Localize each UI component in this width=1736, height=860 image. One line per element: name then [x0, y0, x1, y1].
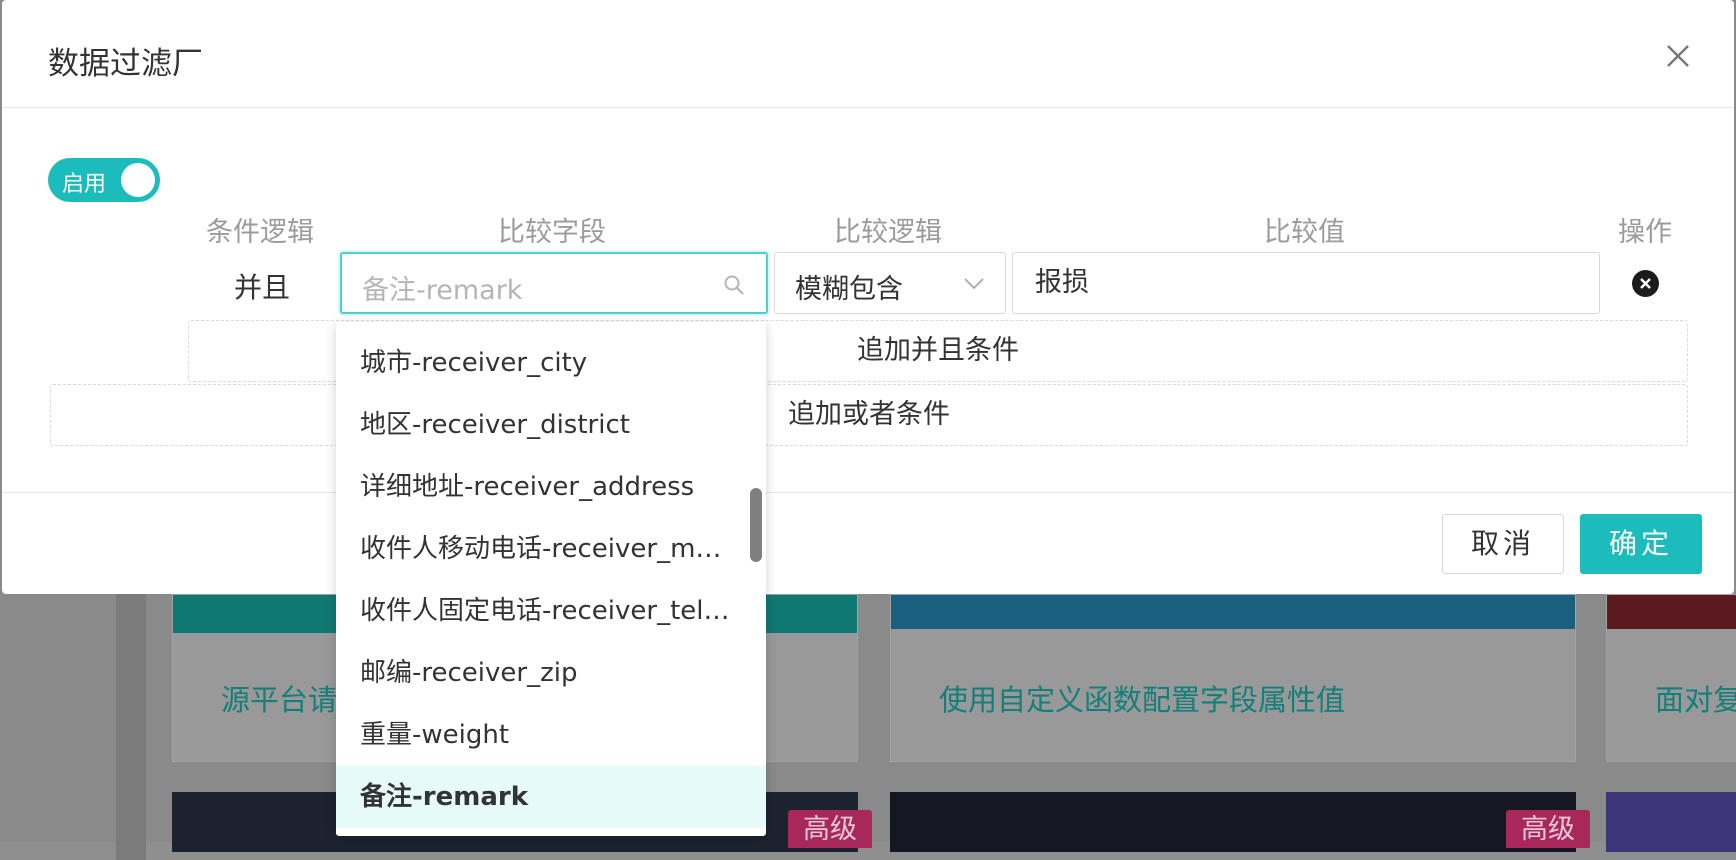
card-banner: [891, 595, 1575, 629]
modal-title: 数据过滤厂: [48, 46, 203, 82]
background-card[interactable]: 面对复: [1606, 594, 1736, 762]
toggle-knob: [121, 163, 155, 197]
column-header-value: 比较值: [1264, 217, 1345, 248]
modal-header: 数据过滤厂: [2, 0, 1734, 108]
delete-condition-icon[interactable]: [1632, 270, 1659, 297]
dropdown-option[interactable]: 邮编-receiver_zip: [336, 642, 766, 704]
background-card[interactable]: 使用自定义函数配置字段属性值: [890, 594, 1576, 762]
card-title: 源平台请: [221, 683, 338, 717]
dropdown-option[interactable]: 详细地址-receiver_address: [336, 456, 766, 518]
field-dropdown: 城市-receiver_city 地区-receiver_district 详细…: [336, 322, 766, 836]
dropdown-option[interactable]: 地区-receiver_district: [336, 394, 766, 456]
close-icon[interactable]: [1662, 40, 1694, 72]
dropdown-option[interactable]: 收件人固定电话-receiver_telno: [336, 580, 766, 642]
column-header-field: 比较字段: [498, 217, 606, 248]
dropdown-option[interactable]: 收件人移动电话-receiver_mobile: [336, 518, 766, 580]
data-filter-modal: 数据过滤厂 启用 条件逻辑 比较字段 比较逻辑 比较值 操作 并且 备注-rem…: [2, 0, 1734, 594]
confirm-button[interactable]: 确定: [1580, 514, 1702, 574]
dropdown-option[interactable]: 城市-receiver_city: [336, 332, 766, 394]
card-title: 使用自定义函数配置字段属性值: [939, 683, 1346, 717]
dropdown-option[interactable]: 重量-weight: [336, 704, 766, 766]
search-icon: [722, 273, 746, 297]
dropdown-option-selected[interactable]: 备注-remark: [336, 766, 766, 828]
card-title: 面对复: [1655, 683, 1736, 717]
column-header-logic: 条件逻辑: [206, 217, 314, 248]
footer-divider: [2, 492, 1734, 493]
column-header-action: 操作: [1618, 217, 1672, 248]
premium-badge: 高级: [1506, 810, 1590, 848]
enable-toggle[interactable]: 启用: [48, 158, 160, 202]
background-sidebar-edge: [116, 560, 146, 860]
card-banner: [1607, 595, 1736, 629]
premium-badge: 高级: [788, 810, 872, 848]
column-header-operator: 比较逻辑: [834, 217, 942, 248]
cancel-button[interactable]: 取消: [1442, 514, 1564, 574]
toggle-label: 启用: [62, 172, 107, 197]
background-card-thumbnail[interactable]: [890, 792, 1576, 852]
dropdown-scrollbar[interactable]: [750, 488, 762, 562]
operator-value: 模糊包含: [795, 274, 903, 305]
compare-field-select[interactable]: 备注-remark: [340, 252, 768, 314]
field-select-placeholder: 备注-remark: [362, 275, 523, 306]
background-card-thumbnail[interactable]: [1606, 792, 1736, 852]
add-or-condition-button[interactable]: 追加或者条件: [50, 384, 1688, 446]
compare-operator-select[interactable]: 模糊包含: [774, 252, 1006, 314]
compare-value-input[interactable]: 报损: [1012, 252, 1600, 314]
chevron-down-icon: [963, 275, 985, 293]
condition-logic: 并且: [234, 271, 291, 304]
